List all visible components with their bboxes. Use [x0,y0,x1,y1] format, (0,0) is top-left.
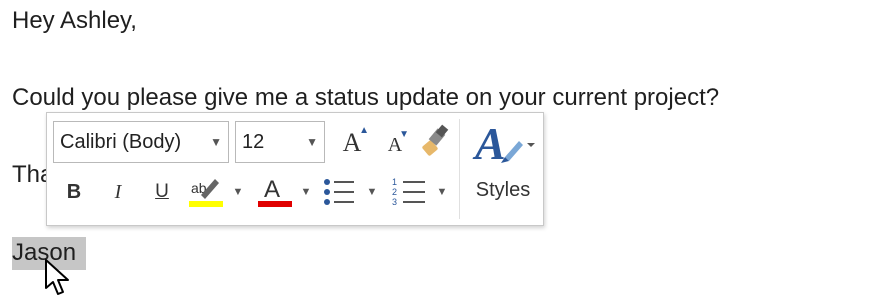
shrink-font-button[interactable]: A ▼ [381,129,409,161]
mouse-pointer-icon [45,259,69,295]
font-size-value: 12 [242,131,265,153]
font-color-dropdown[interactable]: ▼ [299,175,313,209]
styles-button[interactable]: A [471,115,535,173]
toolbar-divider [459,119,460,219]
numbering-button[interactable]: 1 2 3 [387,175,431,209]
caret-up-icon: ▲ [359,125,369,136]
greeting-text: Hey Ashley, [12,7,137,34]
highlight-dropdown[interactable]: ▼ [231,175,245,209]
styles-label[interactable]: Styles [465,179,541,202]
svg-text:A: A [472,118,506,169]
font-name-value: Calibri (Body) [60,131,182,153]
font-color-glyph: A [264,176,280,203]
caret-down-icon: ▼ [399,129,409,140]
bold-button[interactable]: B [61,175,87,209]
font-size-dropdown[interactable]: 12 ▼ [235,121,325,163]
chevron-down-icon[interactable]: ▼ [210,122,222,162]
highlight-icon: ab [189,179,223,207]
font-name-dropdown[interactable]: Calibri (Body) ▼ [53,121,229,163]
body-text: Could you please give me a status update… [12,84,720,111]
underline-button[interactable]: U [147,175,177,209]
numbering-icon: 1 2 3 [392,177,425,207]
svg-text:2: 2 [392,187,397,197]
mini-toolbar: Calibri (Body) ▼ 12 ▼ A ▲ A ▼ A Styles B… [46,112,544,226]
format-painter-button[interactable] [417,123,453,159]
font-color-button[interactable]: A [255,175,295,209]
bullets-button[interactable] [319,175,359,209]
format-painter-icon [422,124,449,156]
bullets-dropdown[interactable]: ▼ [365,175,379,209]
highlight-button[interactable]: ab [185,175,229,209]
chevron-down-icon[interactable]: ▼ [306,122,318,162]
bullets-icon [324,179,354,205]
styles-icon: A [472,118,535,169]
numbering-dropdown[interactable]: ▼ [435,175,449,209]
font-color-icon: A [258,176,292,207]
svg-text:3: 3 [392,197,397,207]
svg-text:1: 1 [392,177,397,187]
italic-button[interactable]: I [105,175,131,209]
grow-font-button[interactable]: A ▲ [335,125,369,161]
